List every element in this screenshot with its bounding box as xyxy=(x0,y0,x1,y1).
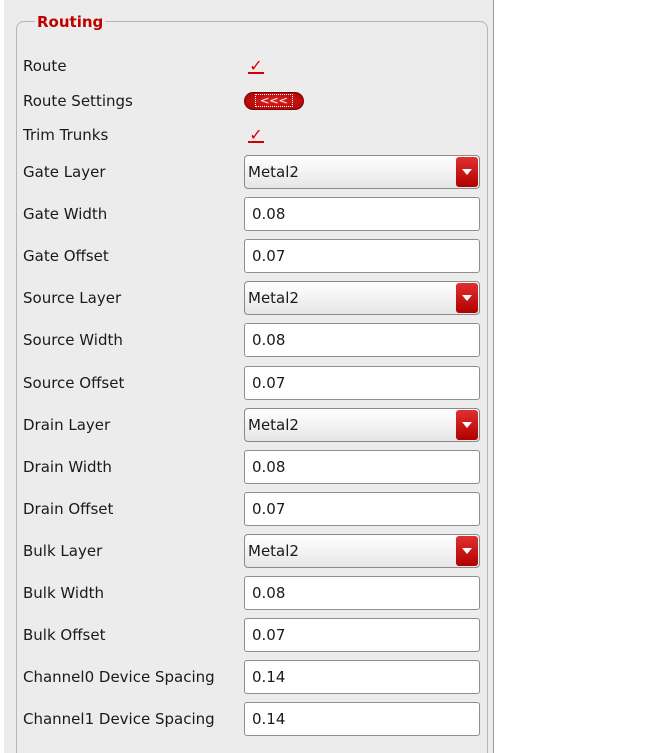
source-width-field[interactable]: 0.08 xyxy=(244,323,480,357)
route-settings-label: Route Settings xyxy=(23,92,133,110)
gate-width-label: Gate Width xyxy=(23,205,108,223)
source-offset-label: Source Offset xyxy=(23,374,125,392)
source-width-label: Source Width xyxy=(23,331,123,349)
drain-width-label: Drain Width xyxy=(23,458,112,476)
chevron-down-icon[interactable] xyxy=(456,283,478,313)
row-gate-offset: Gate Offset 0.07 xyxy=(4,236,494,276)
gate-layer-select[interactable]: Metal2 xyxy=(244,155,480,189)
drain-width-field[interactable]: 0.08 xyxy=(244,450,480,484)
bulk-offset-field[interactable]: 0.07 xyxy=(244,618,480,652)
row-drain-offset: Drain Offset 0.07 xyxy=(4,489,494,529)
source-layer-select[interactable]: Metal2 xyxy=(244,281,480,315)
route-checkbox[interactable]: ✓ xyxy=(248,58,264,74)
drain-layer-select[interactable]: Metal2 xyxy=(244,408,480,442)
route-label: Route xyxy=(23,57,67,75)
row-source-offset: Source Offset 0.07 xyxy=(4,363,494,403)
chevron-down-icon[interactable] xyxy=(456,536,478,566)
row-bulk-offset: Bulk Offset 0.07 xyxy=(4,615,494,655)
routing-panel: Routing Route ✓ Route Settings <<< Trim … xyxy=(4,0,494,753)
row-source-width: Source Width 0.08 xyxy=(4,320,494,360)
chevron-down-icon[interactable] xyxy=(456,157,478,187)
row-gate-width: Gate Width 0.08 xyxy=(4,194,494,234)
bulk-layer-label: Bulk Layer xyxy=(23,542,103,560)
row-trim-trunks: Trim Trunks ✓ xyxy=(4,115,494,155)
row-route: Route ✓ xyxy=(4,46,494,86)
gate-layer-label: Gate Layer xyxy=(23,163,106,181)
gate-layer-value: Metal2 xyxy=(248,163,299,181)
row-channel1-spacing: Channel1 Device Spacing 0.14 xyxy=(4,699,494,739)
gate-offset-label: Gate Offset xyxy=(23,247,109,265)
row-bulk-width: Bulk Width 0.08 xyxy=(4,573,494,613)
source-layer-label: Source Layer xyxy=(23,289,122,307)
channel1-spacing-label: Channel1 Device Spacing xyxy=(23,710,215,728)
trim-trunks-checkbox[interactable]: ✓ xyxy=(248,127,264,143)
bulk-width-label: Bulk Width xyxy=(23,584,104,602)
drain-layer-value: Metal2 xyxy=(248,416,299,434)
row-bulk-layer: Bulk Layer Metal2 xyxy=(4,531,494,571)
route-settings-button[interactable]: <<< xyxy=(244,92,304,110)
source-offset-field[interactable]: 0.07 xyxy=(244,366,480,400)
channel0-spacing-field[interactable]: 0.14 xyxy=(244,660,480,694)
trim-trunks-label: Trim Trunks xyxy=(23,126,109,144)
bulk-width-field[interactable]: 0.08 xyxy=(244,576,480,610)
row-drain-layer: Drain Layer Metal2 xyxy=(4,405,494,445)
gate-offset-field[interactable]: 0.07 xyxy=(244,239,480,273)
row-gate-layer: Gate Layer Metal2 xyxy=(4,152,494,192)
group-title: Routing xyxy=(35,13,106,31)
row-channel0-spacing: Channel0 Device Spacing 0.14 xyxy=(4,657,494,697)
route-settings-button-label: <<< xyxy=(255,94,293,107)
bulk-layer-select[interactable]: Metal2 xyxy=(244,534,480,568)
channel0-spacing-label: Channel0 Device Spacing xyxy=(23,668,215,686)
bulk-offset-label: Bulk Offset xyxy=(23,626,106,644)
gate-width-field[interactable]: 0.08 xyxy=(244,197,480,231)
row-drain-width: Drain Width 0.08 xyxy=(4,447,494,487)
bulk-layer-value: Metal2 xyxy=(248,542,299,560)
drain-layer-label: Drain Layer xyxy=(23,416,111,434)
drain-offset-field[interactable]: 0.07 xyxy=(244,492,480,526)
source-layer-value: Metal2 xyxy=(248,289,299,307)
drain-offset-label: Drain Offset xyxy=(23,500,114,518)
channel1-spacing-field[interactable]: 0.14 xyxy=(244,702,480,736)
chevron-down-icon[interactable] xyxy=(456,410,478,440)
row-source-layer: Source Layer Metal2 xyxy=(4,278,494,318)
